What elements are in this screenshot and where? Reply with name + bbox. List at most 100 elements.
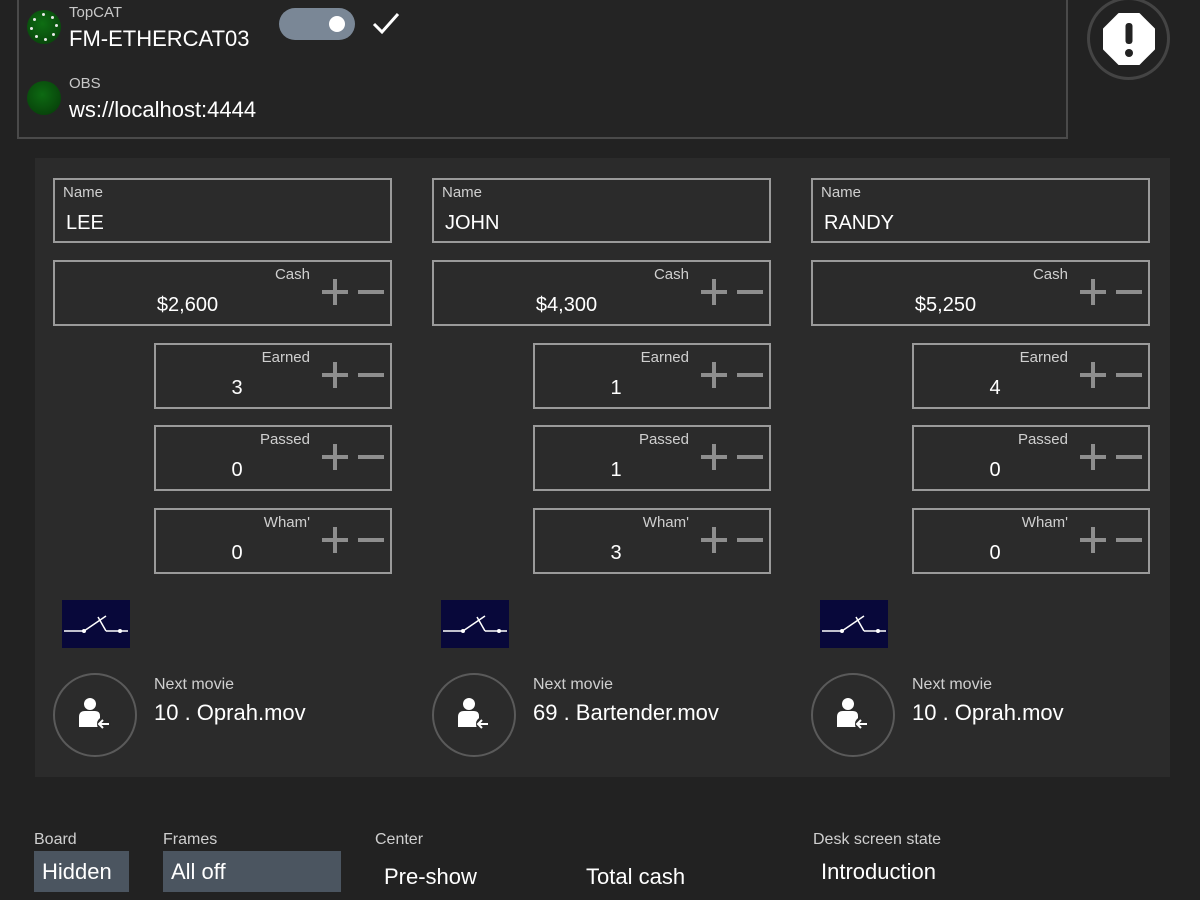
cash-plus-button[interactable]	[1080, 279, 1106, 305]
desk-screen-label: Desk screen state	[813, 831, 942, 848]
passed-field[interactable]: Passed 1	[533, 425, 771, 491]
wham-value: 0	[989, 542, 1001, 564]
players-panel: Name LEE Cash $2,600 Earned 3 Passed 0 W…	[35, 158, 1170, 777]
earned-minus-button[interactable]	[737, 362, 763, 388]
passed-field[interactable]: Passed 0	[154, 425, 392, 491]
passed-value: 0	[989, 459, 1001, 481]
earned-minus-button[interactable]	[358, 362, 384, 388]
wham-field[interactable]: Wham' 0	[912, 508, 1150, 574]
next-movie-value: 10 . Oprah.mov	[154, 700, 306, 725]
next-movie-button[interactable]	[811, 673, 895, 757]
wham-label: Wham'	[642, 514, 689, 531]
user-return-icon	[458, 698, 490, 731]
next-movie-button[interactable]	[53, 673, 137, 757]
frames-label: Frames	[163, 831, 218, 848]
status-dot-icon	[27, 81, 61, 115]
cash-minus-button[interactable]	[358, 279, 384, 305]
board-selector[interactable]: Hidden	[34, 851, 129, 892]
exclamation-octagon-icon	[1102, 12, 1155, 65]
cash-field[interactable]: Cash $2,600	[53, 260, 392, 326]
player-name-value: RANDY	[824, 212, 895, 234]
earned-label: Earned	[261, 349, 310, 366]
wham-minus-button[interactable]	[737, 527, 763, 553]
name-label: Name	[821, 184, 862, 201]
switch-diagram-icon	[64, 615, 128, 633]
player-name-field[interactable]: Name JOHN	[432, 178, 771, 243]
cash-value: $5,250	[914, 294, 977, 316]
next-movie-button[interactable]	[432, 673, 516, 757]
passed-label: Passed	[259, 431, 310, 448]
cash-label: Cash	[274, 266, 310, 283]
passed-minus-button[interactable]	[737, 444, 763, 470]
topcat-toggle[interactable]	[279, 8, 355, 40]
earned-label: Earned	[1019, 349, 1068, 366]
passed-field[interactable]: Passed 0	[912, 425, 1150, 491]
passed-plus-button[interactable]	[1080, 444, 1106, 470]
wham-field[interactable]: Wham' 3	[533, 508, 771, 574]
check-icon	[372, 13, 400, 35]
cash-minus-button[interactable]	[1116, 279, 1142, 305]
desk-screen-value[interactable]: Introduction	[821, 859, 936, 885]
frames-selector[interactable]: All off	[163, 851, 341, 892]
switch-diagram-thumbnail[interactable]	[820, 600, 888, 648]
earned-value: 4	[989, 377, 1001, 399]
alert-button[interactable]	[1087, 0, 1170, 80]
name-label: Name	[442, 184, 483, 201]
next-movie-label: Next movie	[912, 676, 993, 693]
name-label: Name	[63, 184, 104, 201]
wham-minus-button[interactable]	[358, 527, 384, 553]
player-card-2: Name JOHN Cash $4,300 Earned 1 Passed 1	[414, 158, 771, 777]
wham-value: 0	[231, 542, 243, 564]
connection-panel: TopCAT FM-ETHERCAT03 OBS ws://localhost:…	[17, 0, 1068, 139]
passed-plus-button[interactable]	[701, 444, 727, 470]
wham-minus-button[interactable]	[1116, 527, 1142, 553]
cash-value: $4,300	[535, 294, 598, 316]
earned-field[interactable]: Earned 1	[533, 343, 771, 409]
player-name-field[interactable]: Name RANDY	[811, 178, 1150, 243]
earned-plus-button[interactable]	[701, 362, 727, 388]
passed-minus-button[interactable]	[358, 444, 384, 470]
player-card-1: Name LEE Cash $2,600 Earned 3 Passed 0 W…	[35, 158, 392, 777]
cash-label: Cash	[1032, 266, 1068, 283]
passed-plus-button[interactable]	[322, 444, 348, 470]
passed-value: 1	[610, 459, 622, 481]
passed-minus-button[interactable]	[1116, 444, 1142, 470]
player-name-field[interactable]: Name LEE	[53, 178, 392, 243]
earned-value: 3	[231, 377, 243, 399]
wham-label: Wham'	[1021, 514, 1068, 531]
switch-diagram-icon	[822, 615, 886, 633]
earned-minus-button[interactable]	[1116, 362, 1142, 388]
earned-value: 1	[610, 377, 622, 399]
next-movie-value: 69 . Bartender.mov	[533, 700, 719, 725]
switch-diagram-thumbnail[interactable]	[441, 600, 509, 648]
cash-plus-button[interactable]	[322, 279, 348, 305]
cash-field[interactable]: Cash $4,300	[432, 260, 771, 326]
next-movie-label: Next movie	[154, 676, 235, 693]
cash-value: $2,600	[156, 294, 219, 316]
app-window: TopCAT FM-ETHERCAT03 OBS ws://localhost:…	[0, 0, 1200, 900]
earned-field[interactable]: Earned 3	[154, 343, 392, 409]
cash-plus-button[interactable]	[701, 279, 727, 305]
earned-label: Earned	[640, 349, 689, 366]
board-label: Board	[34, 831, 77, 848]
cash-field[interactable]: Cash $5,250	[811, 260, 1150, 326]
wham-plus-button[interactable]	[322, 527, 348, 553]
passed-value: 0	[231, 459, 243, 481]
total-cash-button[interactable]: Total cash	[586, 864, 685, 890]
obs-host: ws://localhost:4444	[69, 97, 257, 122]
wham-plus-button[interactable]	[1080, 527, 1106, 553]
wham-field[interactable]: Wham' 0	[154, 508, 392, 574]
toggle-knob	[329, 16, 345, 32]
player-card-3: Name RANDY Cash $5,250 Earned 4 Passed 0	[793, 158, 1150, 777]
player-name-value: LEE	[66, 212, 104, 234]
earned-field[interactable]: Earned 4	[912, 343, 1150, 409]
switch-diagram-thumbnail[interactable]	[62, 600, 130, 648]
earned-plus-button[interactable]	[322, 362, 348, 388]
wham-label: Wham'	[263, 514, 310, 531]
status-dot-icon	[27, 10, 61, 44]
center-value[interactable]: Pre-show	[384, 864, 477, 890]
wham-plus-button[interactable]	[701, 527, 727, 553]
user-return-icon	[837, 698, 869, 731]
cash-minus-button[interactable]	[737, 279, 763, 305]
earned-plus-button[interactable]	[1080, 362, 1106, 388]
